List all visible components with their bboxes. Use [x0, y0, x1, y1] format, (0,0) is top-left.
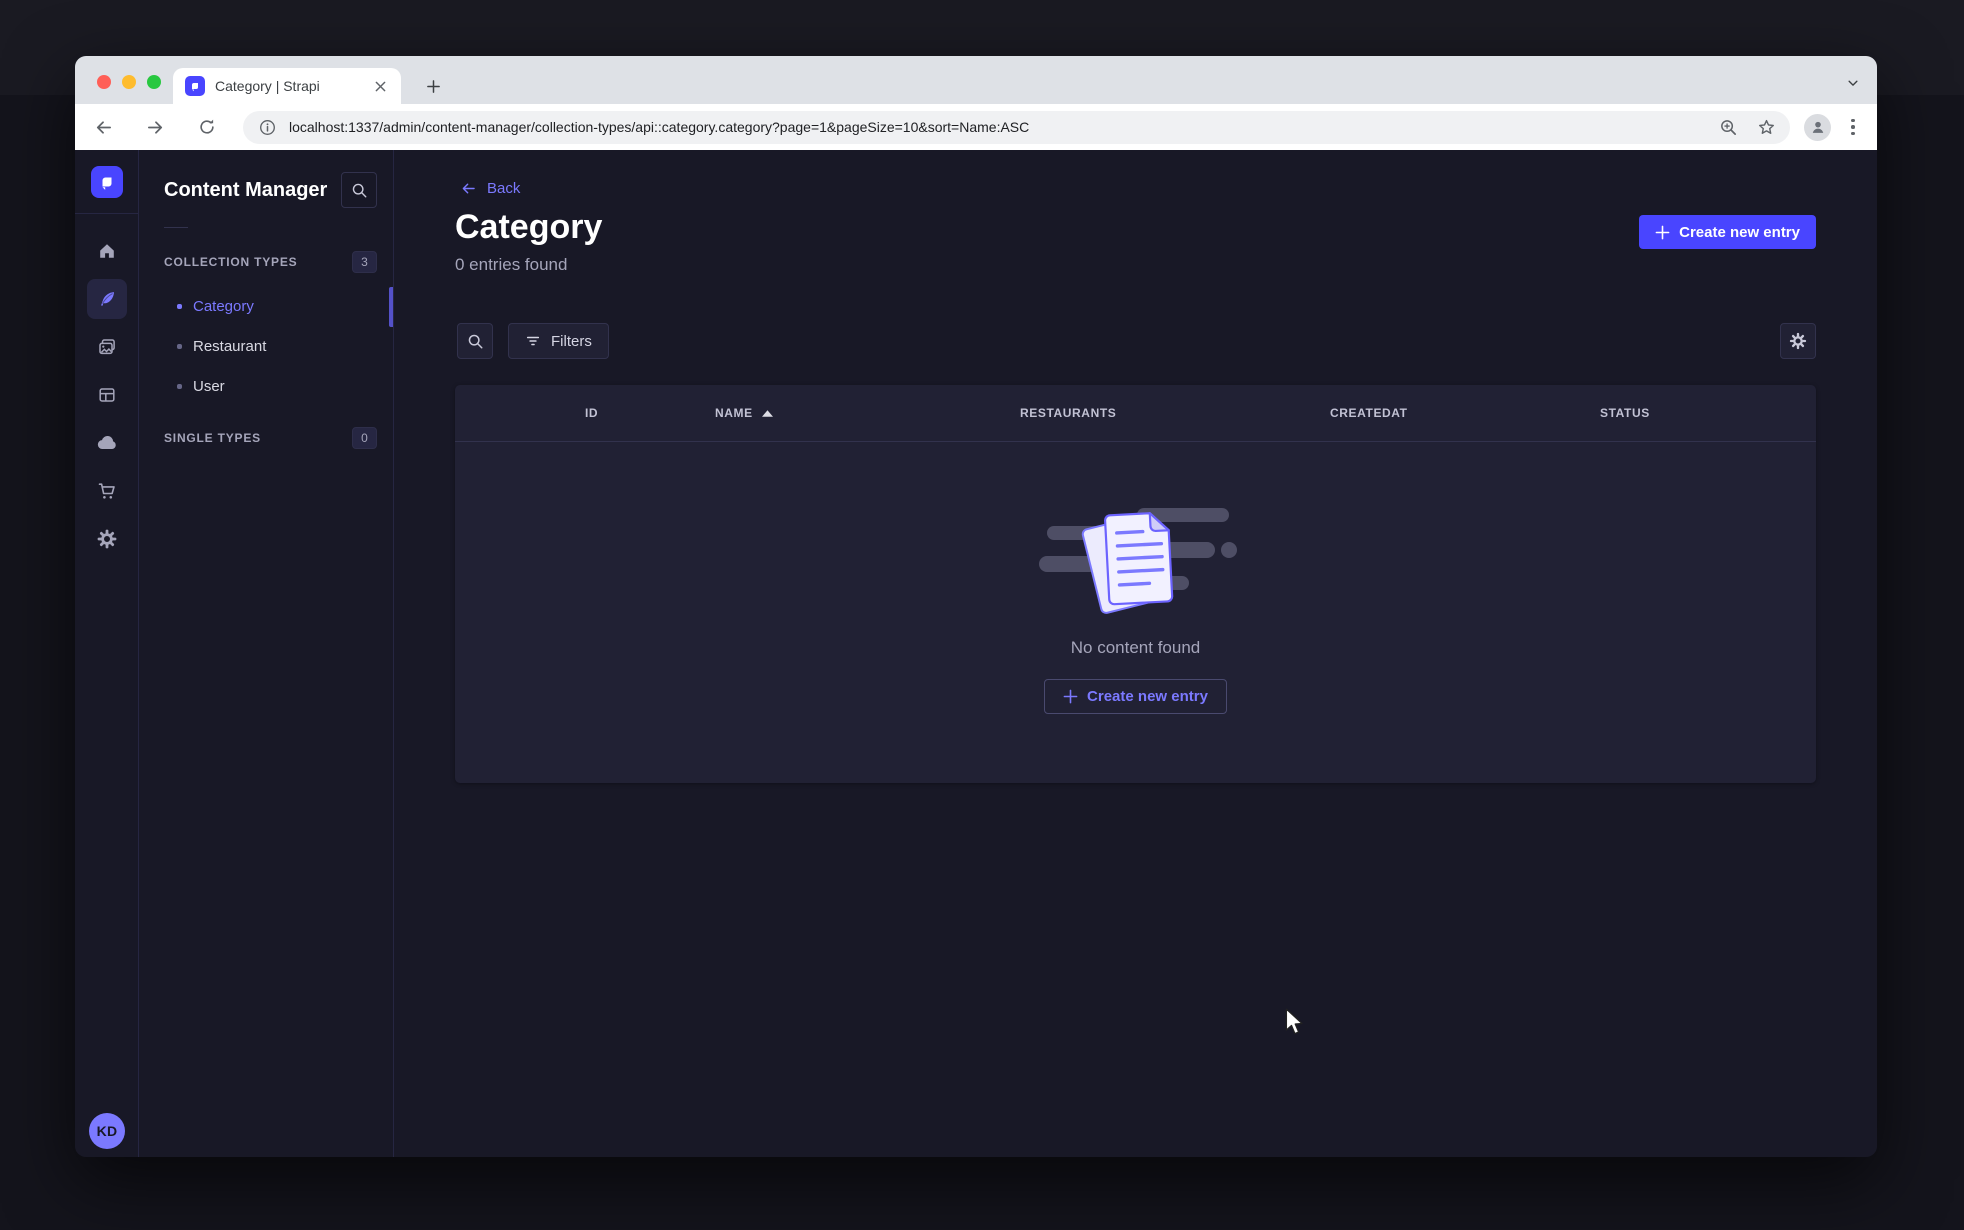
url-bar[interactable]: localhost:1337/admin/content-manager/col… — [243, 110, 1790, 144]
collection-types-label: COLLECTION TYPES — [164, 255, 298, 269]
column-header-id[interactable]: ID — [585, 406, 715, 420]
nav-content-manager-icon[interactable] — [86, 279, 127, 319]
rail-divider — [75, 213, 138, 214]
empty-create-label: Create new entry — [1087, 687, 1208, 705]
column-header-restaurants: RESTAURANTS — [1020, 406, 1117, 420]
empty-state-message: No content found — [1070, 637, 1201, 657]
nav-home-icon[interactable] — [87, 231, 127, 271]
sidebar-item-restaurant[interactable]: Restaurant — [139, 326, 393, 366]
maximize-window-button[interactable] — [147, 75, 161, 89]
sidebar-item-user[interactable]: User — [139, 366, 393, 406]
sidebar-item-label: Category — [193, 297, 254, 315]
active-collection-indicator — [389, 287, 393, 327]
page-title: Category — [455, 208, 603, 246]
nav-marketplace-icon[interactable] — [87, 471, 127, 511]
window-controls — [97, 75, 161, 89]
browser-menu-kebab-icon[interactable] — [1845, 115, 1861, 139]
column-header-name[interactable]: NAME — [715, 406, 1020, 420]
collection-types-count-badge: 3 — [352, 251, 377, 273]
panel-title: Content Manager — [164, 178, 328, 201]
nav-settings-icon[interactable] — [87, 519, 127, 559]
close-tab-icon[interactable] — [371, 77, 389, 95]
panel-search-button[interactable] — [341, 172, 377, 208]
nav-content-type-builder-icon[interactable] — [87, 375, 127, 415]
browser-reload-icon[interactable] — [195, 115, 219, 139]
tab-title: Category | Strapi — [215, 78, 320, 94]
main-content: Back Category 0 entries found Create new… — [394, 150, 1877, 1157]
bullet-icon — [177, 383, 182, 389]
browser-tab-strip: Category | Strapi — [75, 56, 1877, 104]
user-avatar[interactable]: KD — [89, 1113, 125, 1149]
url-text: localhost:1337/admin/content-manager/col… — [289, 119, 1030, 135]
strapi-app: KD Content Manager COLLECTION TYPES 3 Ca… — [75, 150, 1877, 1157]
single-types-count-badge: 0 — [352, 427, 377, 449]
panel-divider — [164, 227, 188, 228]
sidebar-item-label: User — [193, 377, 225, 395]
column-header-createdat: CREATEDAT — [1330, 406, 1408, 420]
table-header-row: ID NAME RESTAURANTS CREATEDAT STATUS — [455, 385, 1816, 442]
browser-forward-icon[interactable] — [143, 115, 167, 139]
sidebar-item-label: Restaurant — [193, 337, 267, 355]
minimize-window-button[interactable] — [122, 75, 136, 89]
new-tab-button[interactable] — [419, 72, 447, 100]
bookmark-star-icon[interactable] — [1756, 117, 1776, 137]
nav-cloud-icon[interactable] — [87, 423, 127, 463]
back-link[interactable]: Back — [460, 180, 520, 197]
column-header-status: STATUS — [1600, 406, 1650, 420]
create-new-entry-label: Create new entry — [1679, 223, 1800, 241]
single-types-label: SINGLE TYPES — [164, 431, 261, 445]
empty-state: No content found Create new entry — [455, 442, 1816, 783]
browser-back-icon[interactable] — [91, 115, 115, 139]
documents-empty-state-illustration — [1038, 507, 1237, 614]
browser-window: Category | Strapi localhost:1337/admin/c… — [75, 56, 1877, 1157]
bullet-icon — [177, 303, 182, 309]
nav-media-library-icon[interactable] — [87, 327, 127, 367]
browser-profile-avatar[interactable] — [1804, 113, 1831, 141]
browser-tab[interactable]: Category | Strapi — [173, 68, 401, 104]
sidebar-item-category[interactable]: Category — [139, 286, 393, 326]
entries-table-card: ID NAME RESTAURANTS CREATEDAT STATUS No … — [455, 385, 1816, 783]
mouse-cursor — [1285, 1008, 1304, 1035]
bullet-icon — [177, 343, 182, 349]
back-label: Back — [487, 180, 521, 197]
view-settings-button[interactable] — [1780, 323, 1816, 359]
filters-button[interactable]: Filters — [508, 323, 609, 359]
filters-label: Filters — [551, 332, 592, 350]
empty-state-create-button[interactable]: Create new entry — [1044, 678, 1227, 714]
close-window-button[interactable] — [97, 75, 111, 89]
entries-count: 0 entries found — [455, 255, 568, 274]
main-nav-rail: KD — [75, 150, 139, 1157]
search-entries-button[interactable] — [457, 323, 493, 359]
sort-ascending-icon — [761, 409, 773, 417]
browser-toolbar: localhost:1337/admin/content-manager/col… — [75, 104, 1877, 150]
strapi-logo[interactable] — [90, 166, 123, 198]
content-manager-panel: Content Manager COLLECTION TYPES 3 Categ… — [139, 150, 394, 1157]
zoom-in-icon[interactable] — [1718, 117, 1738, 137]
tab-search-chevron-icon[interactable] — [1843, 73, 1863, 93]
site-info-icon[interactable] — [257, 117, 277, 137]
create-new-entry-button[interactable]: Create new entry — [1639, 215, 1816, 249]
strapi-favicon-icon — [185, 76, 205, 96]
